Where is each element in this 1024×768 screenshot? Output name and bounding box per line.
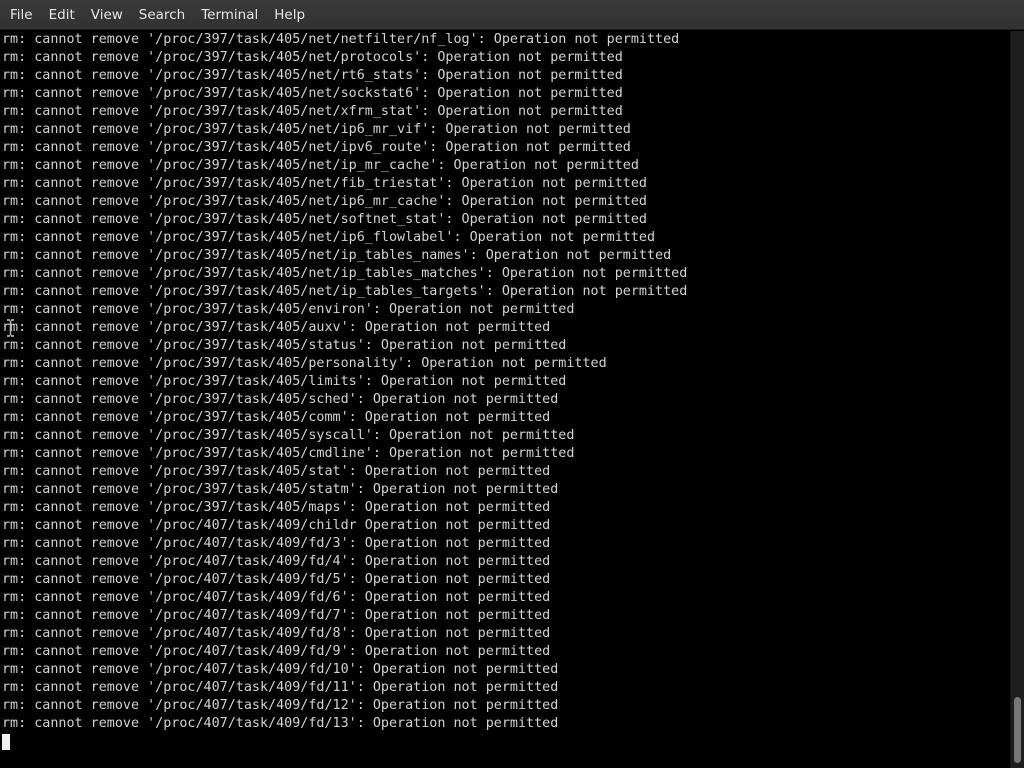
- scrollbar-thumb[interactable]: [1014, 697, 1021, 763]
- terminal-line: rm: cannot remove '/proc/407/task/409/fd…: [2, 644, 551, 659]
- terminal-line: rm: cannot remove '/proc/397/task/405/st…: [2, 464, 551, 479]
- terminal-line: rm: cannot remove '/proc/397/task/405/cm…: [2, 446, 575, 461]
- text-cursor: [2, 734, 10, 750]
- terminal-line: rm: cannot remove '/proc/397/task/405/st…: [2, 482, 559, 497]
- ibeam-icon: [7, 319, 14, 337]
- terminal-line: rm: cannot remove '/proc/397/task/405/ma…: [2, 500, 551, 515]
- terminal-line: rm: cannot remove '/proc/397/task/405/ne…: [2, 284, 688, 299]
- terminal-output: rm: cannot remove '/proc/397/task/405/ne…: [2, 31, 687, 733]
- menu-help[interactable]: Help: [266, 0, 313, 30]
- terminal-line: rm: cannot remove '/proc/397/task/405/ne…: [2, 140, 631, 155]
- menu-terminal[interactable]: Terminal: [193, 0, 266, 30]
- terminal-output-area[interactable]: rm: cannot remove '/proc/397/task/405/ne…: [0, 31, 1010, 768]
- terminal-line: rm: cannot remove '/proc/407/task/409/fd…: [2, 698, 559, 713]
- terminal-line: rm: cannot remove '/proc/397/task/405/st…: [2, 338, 567, 353]
- terminal-line: rm: cannot remove '/proc/397/task/405/au…: [2, 320, 551, 335]
- terminal-line: rm: cannot remove '/proc/407/task/409/fd…: [2, 626, 551, 641]
- menu-view[interactable]: View: [83, 0, 131, 30]
- terminal-line: rm: cannot remove '/proc/397/task/405/ne…: [2, 104, 623, 119]
- terminal-window: File Edit View Search Terminal Help rm: …: [0, 0, 1024, 768]
- prompt-line: [2, 733, 10, 751]
- menu-file[interactable]: File: [2, 0, 41, 30]
- terminal-line: rm: cannot remove '/proc/407/task/409/fd…: [2, 554, 551, 569]
- terminal-line: rm: cannot remove '/proc/397/task/405/ne…: [2, 194, 647, 209]
- terminal-line: rm: cannot remove '/proc/397/task/405/li…: [2, 374, 567, 389]
- terminal-line: rm: cannot remove '/proc/397/task/405/ne…: [2, 230, 656, 245]
- terminal-line: rm: cannot remove '/proc/407/task/409/fd…: [2, 572, 551, 587]
- terminal-line: rm: cannot remove '/proc/407/task/409/fd…: [2, 662, 559, 677]
- terminal-line: rm: cannot remove '/proc/397/task/405/co…: [2, 410, 551, 425]
- terminal-line: rm: cannot remove '/proc/407/task/409/fd…: [2, 590, 551, 605]
- terminal-line: rm: cannot remove '/proc/407/task/409/ch…: [2, 518, 551, 533]
- terminal-line: rm: cannot remove '/proc/397/task/405/pe…: [2, 356, 607, 371]
- terminal-line: rm: cannot remove '/proc/397/task/405/ne…: [2, 176, 647, 191]
- terminal-line: rm: cannot remove '/proc/407/task/409/fd…: [2, 536, 551, 551]
- terminal-line: rm: cannot remove '/proc/397/task/405/ne…: [2, 68, 623, 83]
- terminal-line: rm: cannot remove '/proc/407/task/409/fd…: [2, 716, 559, 731]
- terminal-line: rm: cannot remove '/proc/397/task/405/ne…: [2, 248, 672, 263]
- terminal-line: rm: cannot remove '/proc/407/task/409/fd…: [2, 608, 551, 623]
- terminal-line: rm: cannot remove '/proc/397/task/405/en…: [2, 302, 575, 317]
- terminal-line: rm: cannot remove '/proc/397/task/405/ne…: [2, 158, 639, 173]
- menu-search[interactable]: Search: [131, 0, 193, 30]
- menu-bar: File Edit View Search Terminal Help: [0, 0, 1024, 30]
- terminal-line: rm: cannot remove '/proc/397/task/405/ne…: [2, 212, 647, 227]
- terminal-line: rm: cannot remove '/proc/397/task/405/ne…: [2, 32, 680, 47]
- terminal-line: rm: cannot remove '/proc/397/task/405/ne…: [2, 122, 631, 137]
- terminal-line: rm: cannot remove '/proc/397/task/405/sc…: [2, 392, 559, 407]
- terminal-line: rm: cannot remove '/proc/397/task/405/ne…: [2, 50, 623, 65]
- terminal-line: rm: cannot remove '/proc/397/task/405/ne…: [2, 86, 623, 101]
- terminal-line: rm: cannot remove '/proc/407/task/409/fd…: [2, 680, 559, 695]
- terminal-line: rm: cannot remove '/proc/397/task/405/ne…: [2, 266, 688, 281]
- terminal-line: rm: cannot remove '/proc/397/task/405/sy…: [2, 428, 575, 443]
- vertical-scrollbar[interactable]: [1010, 31, 1024, 768]
- menu-edit[interactable]: Edit: [41, 0, 83, 30]
